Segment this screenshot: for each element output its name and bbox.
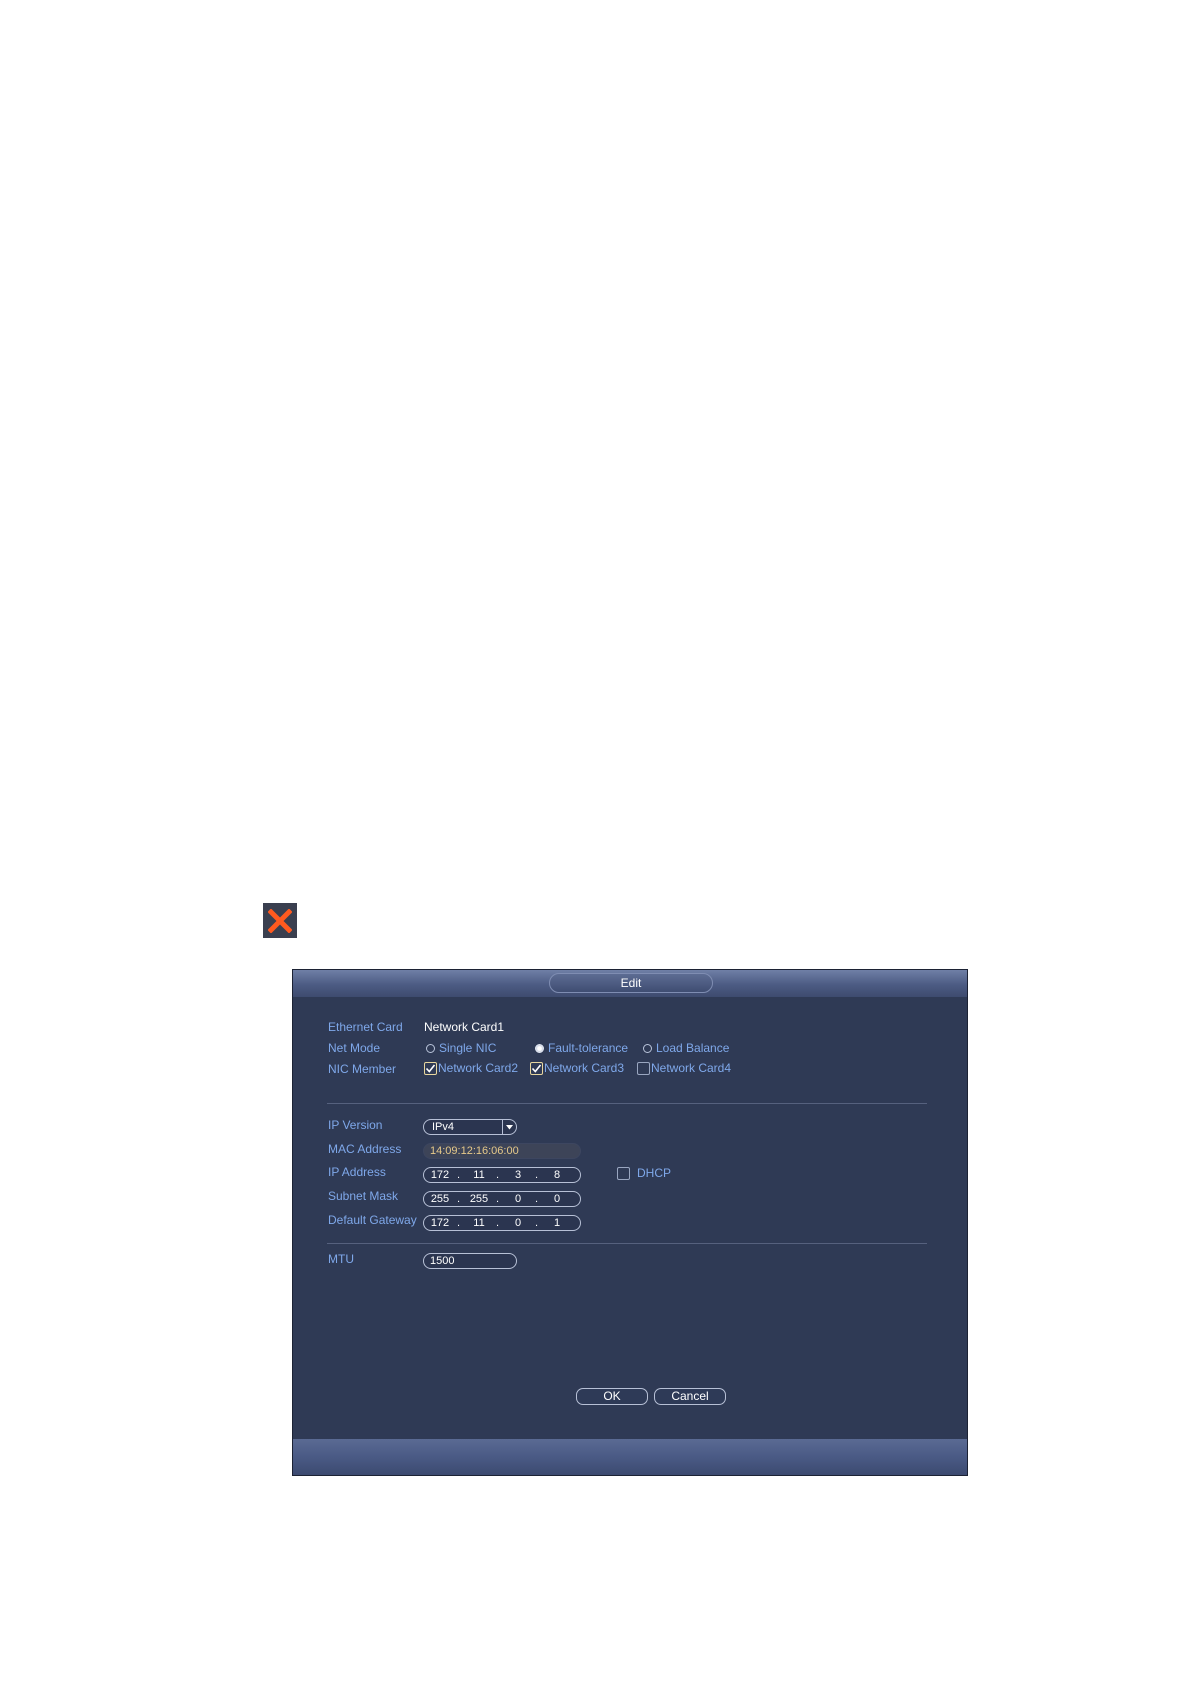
gateway-octet[interactable]: 11 (465, 1216, 493, 1230)
subnet-octet[interactable]: 255 (465, 1192, 493, 1206)
ip-separator: . (457, 1217, 461, 1229)
checkmark-icon (425, 1064, 436, 1073)
gateway-octet[interactable]: 172 (426, 1216, 454, 1230)
subnet-mask-label: Subnet Mask (328, 1189, 399, 1203)
nic-member-network-card3[interactable]: Network Card3 (530, 1061, 624, 1075)
checkbox-icon[interactable] (617, 1166, 630, 1180)
nic-member-option-label: Network Card4 (651, 1061, 732, 1075)
radio-icon[interactable] (643, 1043, 652, 1053)
mac-address-value: 14:09:12:16:06:00 (430, 1145, 519, 1157)
gateway-octet[interactable]: 1 (543, 1216, 571, 1230)
radio-selected-icon[interactable] (535, 1043, 544, 1053)
ethernet-card-label: Ethernet Card (328, 1020, 403, 1034)
close-icon (268, 908, 292, 933)
separator (327, 1243, 927, 1244)
mtu-label: MTU (328, 1252, 354, 1266)
ip-separator: . (535, 1217, 539, 1229)
ip-address-field[interactable]: 172 . 11 . 3 . 8 (423, 1167, 581, 1183)
checkbox-icon[interactable] (637, 1061, 650, 1075)
net-mode-fault-tolerance[interactable]: Fault-tolerance (535, 1041, 628, 1055)
mtu-value: 1500 (430, 1255, 455, 1267)
ip-version-value: IPv4 (432, 1121, 455, 1133)
net-mode-label: Net Mode (328, 1041, 381, 1055)
ip-octet[interactable]: 3 (504, 1168, 532, 1182)
ip-separator: . (535, 1193, 539, 1205)
nic-member-network-card2[interactable]: Network Card2 (424, 1061, 518, 1075)
checkbox-checked-icon[interactable] (424, 1061, 437, 1075)
subnet-octet[interactable]: 0 (543, 1192, 571, 1206)
mtu-input[interactable]: 1500 (423, 1253, 517, 1269)
ip-separator: . (457, 1169, 461, 1181)
net-mode-single-nic[interactable]: Single NIC (426, 1041, 496, 1055)
checkbox-checked-icon[interactable] (530, 1061, 543, 1075)
dhcp-label: DHCP (637, 1166, 672, 1180)
chevron-down-icon[interactable] (502, 1120, 516, 1134)
default-gateway-label: Default Gateway (328, 1213, 417, 1227)
default-gateway-field[interactable]: 172 . 11 . 0 . 1 (423, 1215, 581, 1231)
net-mode-option-label: Fault-tolerance (548, 1041, 629, 1055)
subnet-mask-field[interactable]: 255 . 255 . 0 . 0 (423, 1191, 581, 1207)
ip-octet[interactable]: 11 (465, 1168, 493, 1182)
ip-separator: . (496, 1217, 500, 1229)
ip-address-label: IP Address (328, 1165, 386, 1179)
mac-address-label: MAC Address (328, 1142, 402, 1156)
ip-version-label: IP Version (328, 1118, 383, 1132)
gateway-octet[interactable]: 0 (504, 1216, 532, 1230)
dhcp-checkbox[interactable]: DHCP (617, 1166, 671, 1180)
edit-dialog: Edit Ethernet Card Network Card1 Net Mod… (292, 969, 968, 1476)
nic-member-network-card4[interactable]: Network Card4 (637, 1061, 731, 1075)
dialog-header: Edit (293, 970, 967, 997)
checkmark-icon (531, 1064, 542, 1073)
close-button[interactable] (263, 903, 297, 938)
nic-member-label: NIC Member (328, 1062, 397, 1076)
ip-version-select[interactable]: IPv4 (423, 1119, 517, 1135)
ip-separator: . (496, 1193, 500, 1205)
dialog-footer (293, 1439, 967, 1475)
mac-address-field: 14:09:12:16:06:00 (423, 1143, 581, 1159)
radio-icon[interactable] (426, 1043, 435, 1053)
net-mode-load-balance[interactable]: Load Balance (643, 1041, 729, 1055)
nic-member-option-label: Network Card2 (438, 1061, 519, 1075)
net-mode-option-label: Load Balance (656, 1041, 730, 1055)
ip-octet[interactable]: 8 (543, 1168, 571, 1182)
cancel-button[interactable]: Cancel (654, 1388, 726, 1405)
nic-member-option-label: Network Card3 (544, 1061, 625, 1075)
ip-separator: . (496, 1169, 500, 1181)
separator (327, 1103, 927, 1104)
dialog-title: Edit (549, 973, 713, 993)
ip-separator: . (535, 1169, 539, 1181)
ethernet-card-value: Network Card1 (424, 1020, 505, 1034)
ip-octet[interactable]: 172 (426, 1168, 454, 1182)
net-mode-option-label: Single NIC (439, 1041, 497, 1055)
subnet-octet[interactable]: 255 (426, 1192, 454, 1206)
ip-separator: . (457, 1193, 461, 1205)
subnet-octet[interactable]: 0 (504, 1192, 532, 1206)
ok-button[interactable]: OK (576, 1388, 648, 1405)
